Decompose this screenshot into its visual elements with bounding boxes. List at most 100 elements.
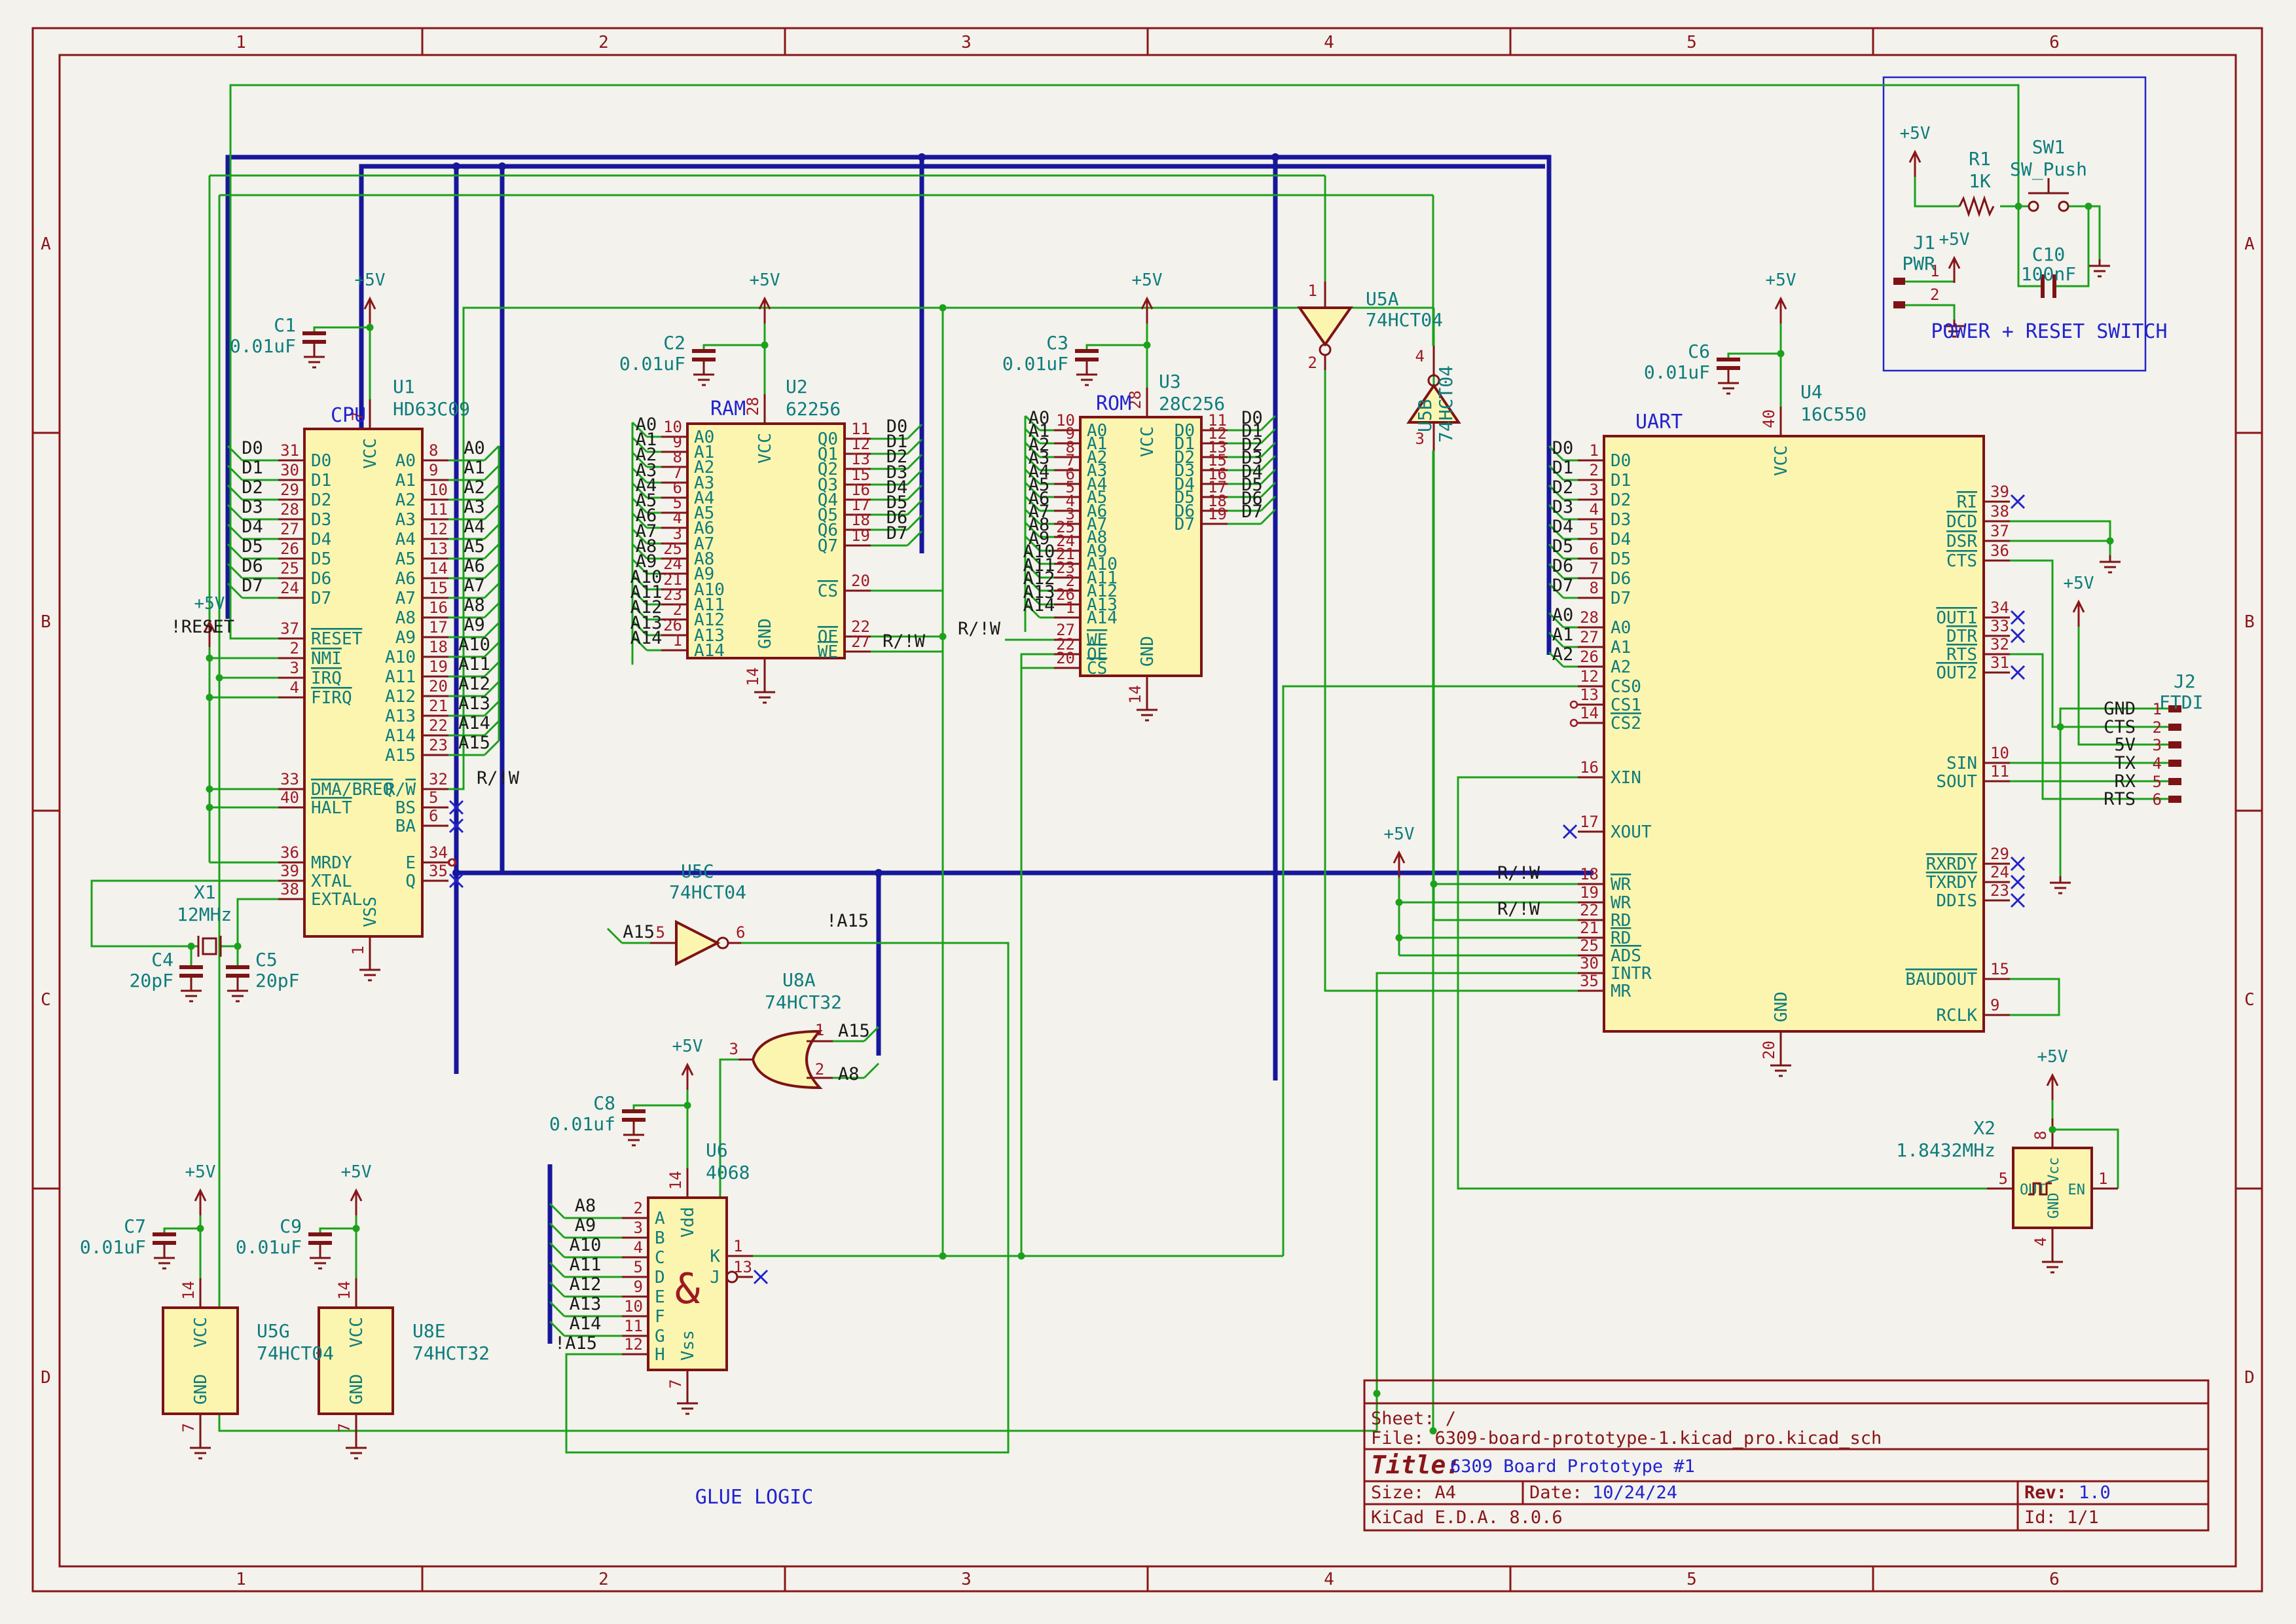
gnd-symbol[interactable] [359,963,380,980]
gnd-symbol[interactable] [310,1251,331,1268]
connector-pad-J2[interactable] [2168,778,2181,785]
svg-text:D: D [41,1368,51,1388]
gnd-symbol[interactable] [693,368,714,385]
connector-pad-J2[interactable] [2168,724,2181,731]
svg-text:36: 36 [1990,542,2009,560]
wire[interactable] [864,1063,879,1078]
svg-text:7: 7 [666,1379,685,1388]
capacitor-C9[interactable]: C90.01uF [236,1215,332,1258]
svg-text:Vcc: Vcc [2046,1157,2062,1183]
svg-text:23: 23 [1990,881,2009,900]
gnd-symbol[interactable] [2100,555,2121,572]
plus5v-flag[interactable]: +5V [2037,1047,2068,1100]
ic-U6[interactable]: 2AA83BA94CA105DA119EA1210FA1311GA1412H1K… [550,1168,767,1399]
gnd-symbol[interactable] [2050,876,2071,893]
wire[interactable] [2010,979,2059,1015]
wire[interactable] [1915,175,1959,206]
svg-text:2: 2 [290,639,299,657]
resistor-R1[interactable] [1959,198,1994,214]
connector-pad-J1[interactable] [1893,301,1905,308]
plus5v-flag[interactable]: +5V [1766,270,1796,323]
connector-pad-J2[interactable] [2168,796,2181,803]
plus5v-flag[interactable]: +5V [1384,824,1415,877]
inverter-u5c[interactable] [676,922,728,964]
plus5v-flag[interactable]: +5V [1900,124,1931,177]
svg-text:A14: A14 [1023,595,1055,616]
connector-pad-J2[interactable] [2168,760,2181,767]
capacitor-C10[interactable]: C10100nF [2021,244,2076,298]
svg-text:A11: A11 [385,667,416,687]
svg-text:1: 1 [236,33,246,52]
connector-pad-J2[interactable] [2168,741,2181,748]
wire[interactable] [1283,686,1578,1256]
svg-text:Sheet: /: Sheet: / [1371,1409,1456,1429]
wire[interactable] [1021,654,1054,668]
svg-text:D3: D3 [1611,510,1631,530]
ic-U3[interactable]: 10A0A09A1A18A2A27A3A36A4A45A5A54A6A63A7A… [1023,388,1275,705]
wire[interactable] [871,591,943,1256]
capacitor-C1[interactable]: C10.01uF [230,314,326,357]
title-block: Sheet: /File: 6309-board-prototype-1.kic… [1364,1380,2208,1530]
svg-text:+5V: +5V [2064,574,2094,593]
gnd-symbol[interactable] [1137,703,1157,720]
gnd-symbol[interactable] [227,984,248,1001]
wire[interactable] [608,929,622,943]
gnd-symbol[interactable] [304,350,325,367]
plus5v-flag[interactable]: +5V [341,1162,372,1215]
gnd-symbol[interactable] [346,1441,367,1458]
push-switch-SW1[interactable] [2028,178,2069,211]
or-gate-u8a[interactable] [753,1031,820,1088]
svg-text:35: 35 [429,862,448,880]
gnd-symbol[interactable] [2089,259,2110,276]
plus5v-flag[interactable]: +5V [2064,574,2094,627]
svg-text:A8: A8 [464,595,485,616]
plus5v-flag[interactable]: +5V [1132,270,1163,323]
gnd-symbol[interactable] [1076,368,1097,385]
svg-text:5: 5 [1686,33,1697,52]
gnd-symbol[interactable] [2042,1255,2063,1272]
wire[interactable] [2068,206,2100,262]
svg-text:HALT: HALT [311,798,352,818]
plus5v-flag[interactable]: +5V [1939,230,1970,283]
capacitor-C7[interactable]: C70.01uF [80,1215,176,1258]
svg-text:C3: C3 [1046,332,1068,354]
ic-U2[interactable]: 10A0A09A1A18A2A27A3A36A4A45A5A54A6A63A7A… [630,394,922,688]
capacitor-C6[interactable]: C60.01uF [1644,341,1740,383]
bus-junction [498,162,506,170]
gnd-symbol[interactable] [623,1128,644,1145]
ic-U5G[interactable]: 14VCC7GND [163,1278,238,1443]
inverter-u5a[interactable] [1300,308,1351,355]
gnd-symbol[interactable] [190,1441,211,1458]
gnd-symbol[interactable] [181,984,202,1001]
svg-text:2: 2 [598,33,609,52]
svg-text:D2: D2 [242,477,263,498]
svg-text:5: 5 [2153,773,2162,791]
capacitor-C8[interactable]: C80.01uf [549,1092,646,1135]
gnd-symbol[interactable] [1718,377,1739,394]
svg-text:1: 1 [349,946,367,955]
capacitor-C2[interactable]: C20.01uF [619,332,716,375]
svg-text:39: 39 [1990,483,2009,501]
wire[interactable] [2010,521,2110,541]
plus5v-flag[interactable]: +5V [185,1162,216,1215]
gates[interactable] [650,282,1459,1088]
gnd-symbol[interactable] [1770,1059,1791,1076]
wire[interactable] [448,308,1434,789]
svg-text:9: 9 [634,1278,643,1296]
gnd-symbol[interactable] [154,1251,175,1268]
gnd-symbol[interactable] [677,1397,698,1414]
wire[interactable] [1325,370,1578,991]
svg-text:A: A [41,234,51,254]
plus5v-flag[interactable]: +5V [750,270,780,323]
gnd-symbol[interactable] [754,686,775,703]
ic-U4[interactable]: 1D0D02D1D13D2D24D3D35D4D46D5D57D6D68D7D7… [1549,407,2024,1061]
capacitor-C3[interactable]: C30.01uF [1002,332,1099,375]
wire[interactable] [238,899,278,946]
ref-label: U4 [1800,381,1823,403]
plus5v-flag[interactable]: +5V [672,1037,703,1090]
crystal-X1[interactable] [198,936,221,957]
section-label: POWER + RESET SWITCH [1931,320,2167,343]
ic-X2[interactable]: 5OUT1EN8Vcc4GND [1987,1118,2118,1257]
connector-pad-J1[interactable] [1893,278,1905,285]
svg-text:D7: D7 [311,589,331,608]
